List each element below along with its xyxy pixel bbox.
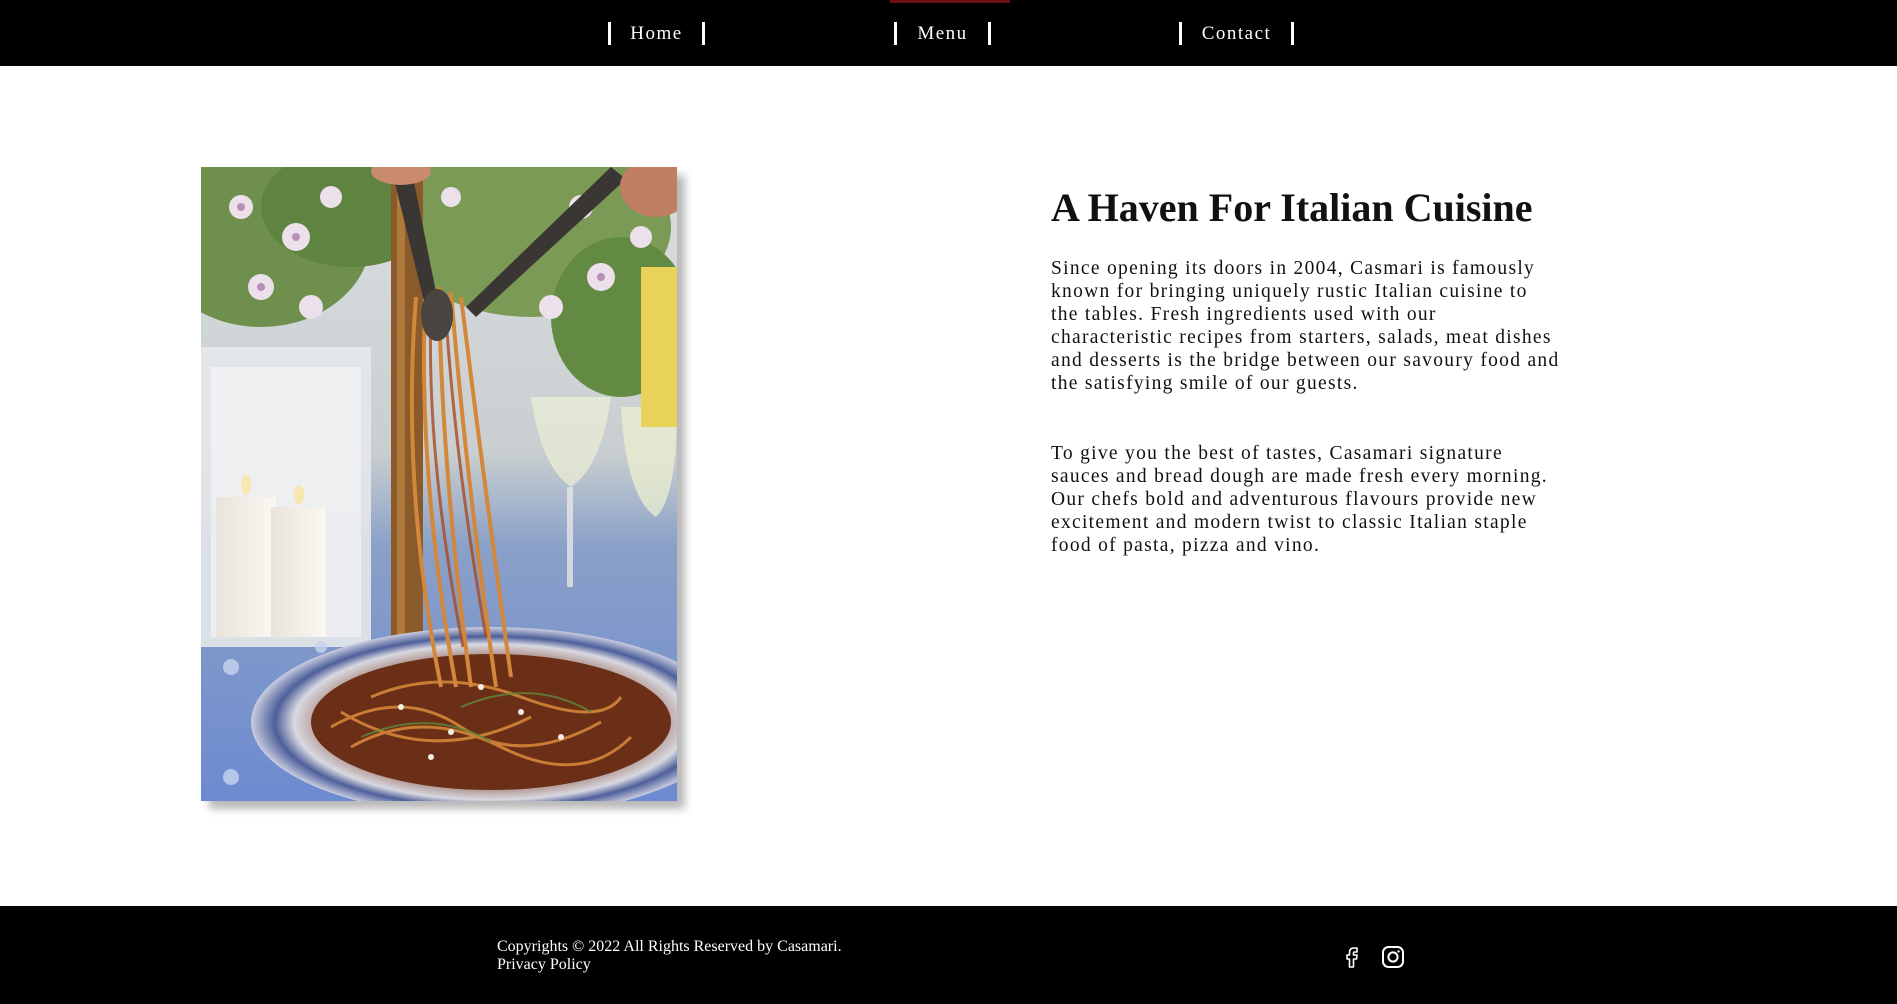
section-title: A Haven For Italian Cuisine: [1051, 185, 1533, 230]
top-navigation: Home Menu Contact: [0, 0, 1897, 66]
nav-accent-bar: [890, 0, 1010, 3]
facebook-icon[interactable]: [1339, 944, 1365, 970]
nav-item-menu[interactable]: Menu: [894, 22, 991, 45]
hero-food-photo: [201, 167, 677, 801]
instagram-icon[interactable]: [1380, 944, 1406, 970]
copyright-text: Copyrights © 2022 All Rights Reserved by…: [497, 938, 842, 955]
about-paragraph: To give you the best of tastes, Casamari…: [1051, 443, 1548, 556]
nav-item-contact[interactable]: Contact: [1179, 22, 1294, 45]
footer: Copyrights © 2022 All Rights Reserved by…: [0, 906, 1897, 1004]
about-paragraph: Since opening its doors in 2004, Casmari…: [1051, 258, 1560, 394]
privacy-policy-link[interactable]: Privacy Policy: [497, 956, 591, 974]
nav-item-home[interactable]: Home: [608, 22, 705, 45]
page: Home Menu Contact A Haven For Italian Cu…: [0, 0, 1897, 1004]
